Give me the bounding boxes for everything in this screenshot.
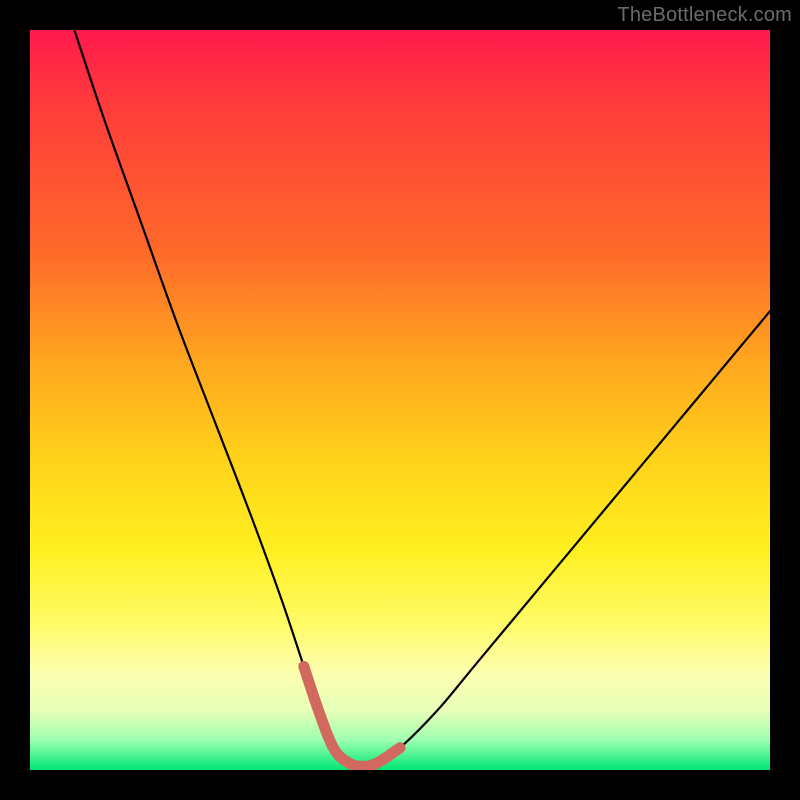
curve-svg (30, 30, 770, 770)
highlight-bottom-path (304, 666, 400, 766)
bottleneck-curve-path (74, 30, 770, 766)
chart-frame: TheBottleneck.com (0, 0, 800, 800)
watermark-text: TheBottleneck.com (617, 4, 792, 27)
plot-area (30, 30, 770, 770)
